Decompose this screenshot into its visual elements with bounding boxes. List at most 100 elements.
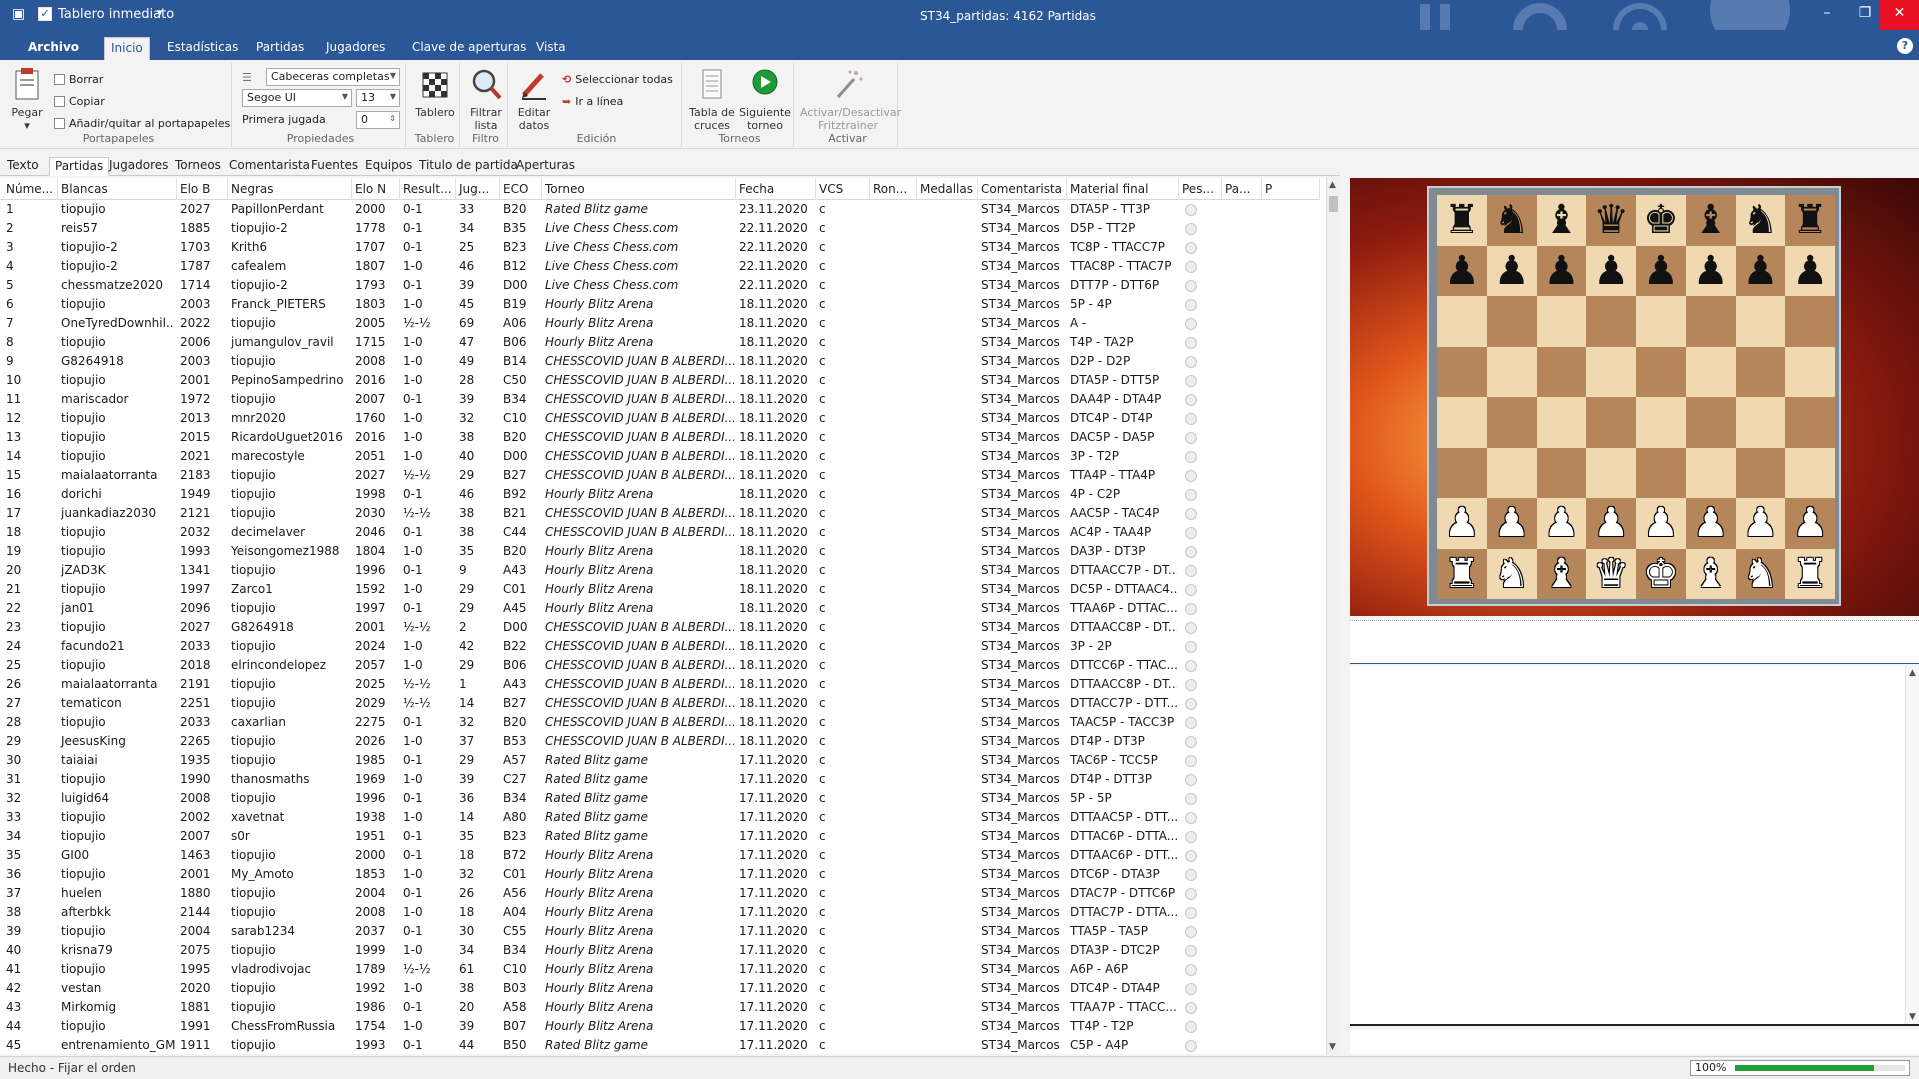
table-row[interactable]: 8 tiopujio 2006 jumangulov_ravil 1715 1-0 47 B0… <box>0 333 1320 352</box>
board-square[interactable]: ♛ <box>1586 548 1636 599</box>
black-pawn-icon[interactable]: ♟ <box>1693 251 1729 291</box>
board-square[interactable]: ♟ <box>1685 498 1736 549</box>
black-rook-icon[interactable]: ♜ <box>1792 200 1828 240</box>
column-header-final-material[interactable]: Material final <box>1067 178 1179 200</box>
board-square[interactable] <box>1437 346 1487 397</box>
board-square[interactable] <box>1685 447 1736 498</box>
board-square[interactable] <box>1586 346 1636 397</box>
table-row[interactable]: 22 jan01 2096 tiopujio 1997 0-1 29 A45 Hourly Bl… <box>0 599 1320 618</box>
table-row[interactable]: 17 juankadiaz2030 2121 tiopujio 2030 ½-½ 38 B21… <box>0 504 1320 523</box>
tab-comentarista[interactable]: Comentarista <box>224 157 315 176</box>
scroll-down-icon[interactable]: ▼ <box>1329 1042 1336 1052</box>
white-king-icon[interactable]: ♚ <box>1643 554 1679 594</box>
board-square[interactable] <box>1636 447 1686 498</box>
goto-line-button[interactable]: ➥ Ir a línea <box>562 93 623 109</box>
table-row[interactable]: 26 maialaatorranta 2191 tiopujio 2025 ½-½ 1 A43… <box>0 675 1320 694</box>
font-select[interactable]: Segoe UI ▼ <box>242 89 352 107</box>
scroll-thumb[interactable] <box>1329 196 1338 212</box>
tab-equipos[interactable]: Equipos <box>360 157 417 176</box>
column-header-white[interactable]: Blancas <box>58 178 177 200</box>
paste-dropdown-icon[interactable]: ▾ <box>24 119 30 132</box>
column-header-weight[interactable]: Pes... <box>1179 178 1222 200</box>
tab-clave-aperturas[interactable]: Clave de aperturas <box>406 37 532 60</box>
table-row[interactable]: 15 maialaatorranta 2183 tiopujio 2027 ½-½ 29 B2… <box>0 466 1320 485</box>
table-row[interactable]: 1 tiopujio 2027 PapillonPerdant 2000 0-1 33 B20… <box>0 200 1320 219</box>
tab-jugadores-view[interactable]: Jugadores <box>104 157 173 176</box>
board-square[interactable]: ♟ <box>1785 245 1835 296</box>
column-header-elo-white[interactable]: Elo B <box>177 178 228 200</box>
board-square[interactable] <box>1536 296 1587 347</box>
black-pawn-icon[interactable]: ♟ <box>1593 251 1629 291</box>
board-square[interactable] <box>1735 397 1786 448</box>
tab-torneos[interactable]: Torneos <box>170 157 226 176</box>
table-row[interactable]: 45 entrenamiento_GM... 1911 tiopujio 1993 0-1… <box>0 1036 1320 1054</box>
board-square[interactable] <box>1685 397 1736 448</box>
table-row[interactable]: 10 tiopujio 2001 PepinoSampedrino 2016 1-0 28 C… <box>0 371 1320 390</box>
board-square[interactable] <box>1586 296 1636 347</box>
column-header-num[interactable]: Núme... <box>3 178 58 200</box>
restore-button[interactable]: ❐ <box>1848 0 1882 30</box>
board-square[interactable]: ♟ <box>1735 498 1786 549</box>
white-bishop-icon[interactable]: ♝ <box>1543 554 1579 594</box>
column-header-tournament[interactable]: Torneo <box>542 178 736 200</box>
copy-button[interactable]: Copiar <box>54 93 105 109</box>
table-row[interactable]: 23 tiopujio 2027 G8264918 2001 ½-½ 2 D00 CHESSCO… <box>0 618 1320 637</box>
black-bishop-icon[interactable]: ♝ <box>1693 200 1729 240</box>
board-square[interactable]: ♟ <box>1486 498 1537 549</box>
board-square[interactable] <box>1486 447 1537 498</box>
table-row[interactable]: 42 vestan 2020 tiopujio 1992 1-0 38 B03 Hourly B… <box>0 979 1320 998</box>
first-move-stepper[interactable]: 0 ⇕ <box>356 111 400 129</box>
board-square[interactable]: ♛ <box>1586 195 1636 246</box>
toggle-clipboard-button[interactable]: Añadir/quitar al portapapeles <box>54 115 230 131</box>
table-row[interactable]: 21 tiopujio 1997 Zarco1 1592 1-0 29 C01 Hourly B… <box>0 580 1320 599</box>
board-square[interactable]: ♟ <box>1536 245 1587 296</box>
table-row[interactable]: 11 mariscador 1972 tiopujio 2007 0-1 39 B34 CHES… <box>0 390 1320 409</box>
table-row[interactable]: 30 taiaiai 1935 tiopujio 1985 0-1 29 A57 Rated B… <box>0 751 1320 770</box>
board-square[interactable] <box>1437 296 1487 347</box>
board-square[interactable] <box>1636 296 1686 347</box>
board-square[interactable]: ♜ <box>1437 548 1487 599</box>
table-scrollbar[interactable]: ▲ ▼ <box>1326 178 1340 1054</box>
column-header-vcs[interactable]: VCS <box>816 178 870 200</box>
board-square[interactable]: ♝ <box>1685 548 1736 599</box>
crosstable-button[interactable]: Tabla de cruces <box>686 67 738 132</box>
black-pawn-icon[interactable]: ♟ <box>1792 251 1828 291</box>
tab-partidas-view[interactable]: Partidas <box>49 157 110 176</box>
scroll-up-icon[interactable]: ▲ <box>1909 668 1916 678</box>
black-bishop-icon[interactable]: ♝ <box>1543 200 1579 240</box>
board-square[interactable]: ♟ <box>1437 245 1487 296</box>
column-header-result[interactable]: Result... <box>400 178 456 200</box>
white-pawn-icon[interactable]: ♟ <box>1494 503 1530 543</box>
column-header-annotator[interactable]: Comentarista <box>978 178 1067 200</box>
table-row[interactable]: 24 facundo21 2033 tiopujio 2024 1-0 42 B22 CHESS… <box>0 637 1320 656</box>
paste-button[interactable]: Pegar ▾ <box>10 67 44 132</box>
board-square[interactable]: ♟ <box>1486 245 1537 296</box>
board-square[interactable] <box>1735 447 1786 498</box>
filter-list-button[interactable]: Filtrar lista <box>466 67 506 132</box>
board-square[interactable] <box>1536 397 1587 448</box>
board-square[interactable] <box>1536 346 1587 397</box>
scroll-up-icon[interactable]: ▲ <box>1329 180 1336 190</box>
white-pawn-icon[interactable]: ♟ <box>1792 503 1828 543</box>
board-square[interactable] <box>1486 346 1537 397</box>
table-row[interactable]: 44 tiopujio 1991 ChessFromRussia 1754 1-0 39 B0… <box>0 1017 1320 1036</box>
table-row[interactable]: 38 afterbkk 2144 tiopujio 2008 1-0 18 A04 Hourly… <box>0 903 1320 922</box>
board-square[interactable] <box>1486 397 1537 448</box>
column-header-medals[interactable]: Medallas <box>917 178 978 200</box>
board-square[interactable] <box>1437 447 1487 498</box>
board-square[interactable] <box>1586 397 1636 448</box>
white-pawn-icon[interactable]: ♟ <box>1693 503 1729 543</box>
board-square[interactable]: ♞ <box>1735 548 1786 599</box>
table-row[interactable]: 39 tiopujio 2004 sarab1234 2037 0-1 30 C55 Hourl… <box>0 922 1320 941</box>
tab-aperturas[interactable]: Aperturas <box>511 157 580 176</box>
help-icon[interactable]: ? <box>1897 38 1913 54</box>
black-pawn-icon[interactable]: ♟ <box>1543 251 1579 291</box>
board-square[interactable]: ♝ <box>1536 548 1587 599</box>
table-row[interactable]: 2 reis57 1885 tiopujio-2 1778 0-1 34 B35 Live Ch… <box>0 219 1320 238</box>
board-square[interactable]: ♜ <box>1785 195 1835 246</box>
board-square[interactable] <box>1735 346 1786 397</box>
table-row[interactable]: 19 tiopujio 1993 Yeisongomez1988 1804 1-0 35 B2… <box>0 542 1320 561</box>
white-knight-icon[interactable]: ♞ <box>1494 554 1530 594</box>
white-rook-icon[interactable]: ♜ <box>1792 554 1828 594</box>
instant-board-checkbox[interactable]: ✓ <box>38 7 52 21</box>
